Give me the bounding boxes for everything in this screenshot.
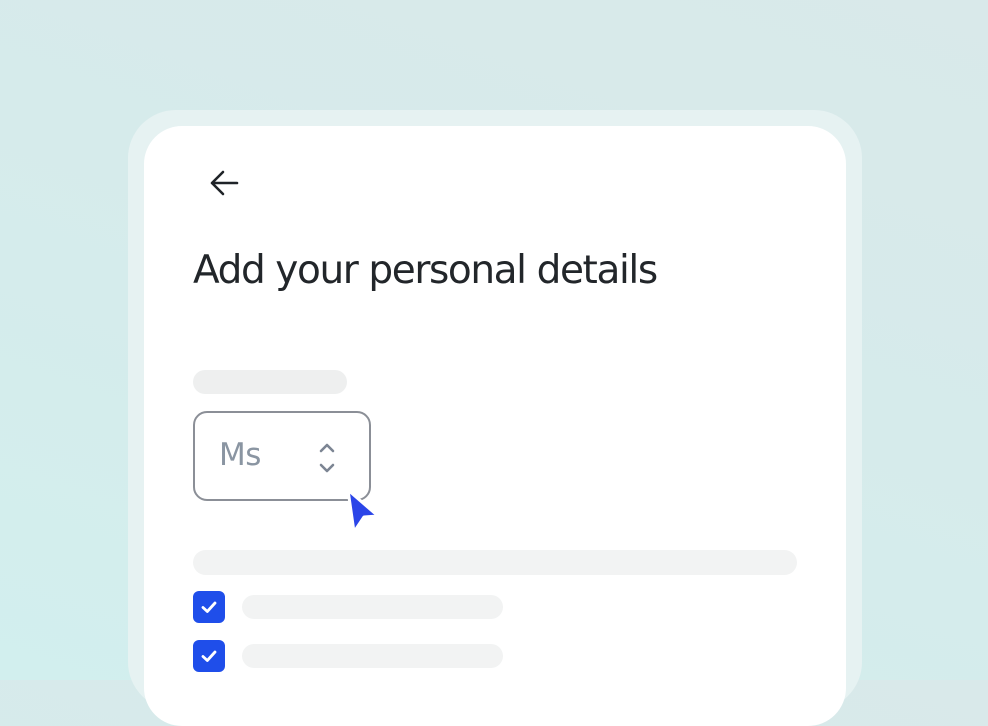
chevron-up-down-icon [319, 443, 335, 473]
checkbox-label-placeholder [242, 595, 503, 619]
arrow-left-icon [210, 170, 239, 196]
checkmark-icon [201, 650, 217, 662]
checkbox-label-placeholder [242, 644, 503, 668]
consent-checkbox-2[interactable] [193, 640, 225, 672]
back-button[interactable] [204, 164, 244, 202]
page-title: Add your personal details [193, 248, 658, 293]
field-label-placeholder [193, 370, 347, 394]
section-text-placeholder [193, 550, 797, 575]
checkmark-icon [201, 601, 217, 613]
title-select[interactable]: Ms [193, 411, 371, 501]
title-select-value: Ms [219, 437, 261, 473]
consent-checkbox-1[interactable] [193, 591, 225, 623]
